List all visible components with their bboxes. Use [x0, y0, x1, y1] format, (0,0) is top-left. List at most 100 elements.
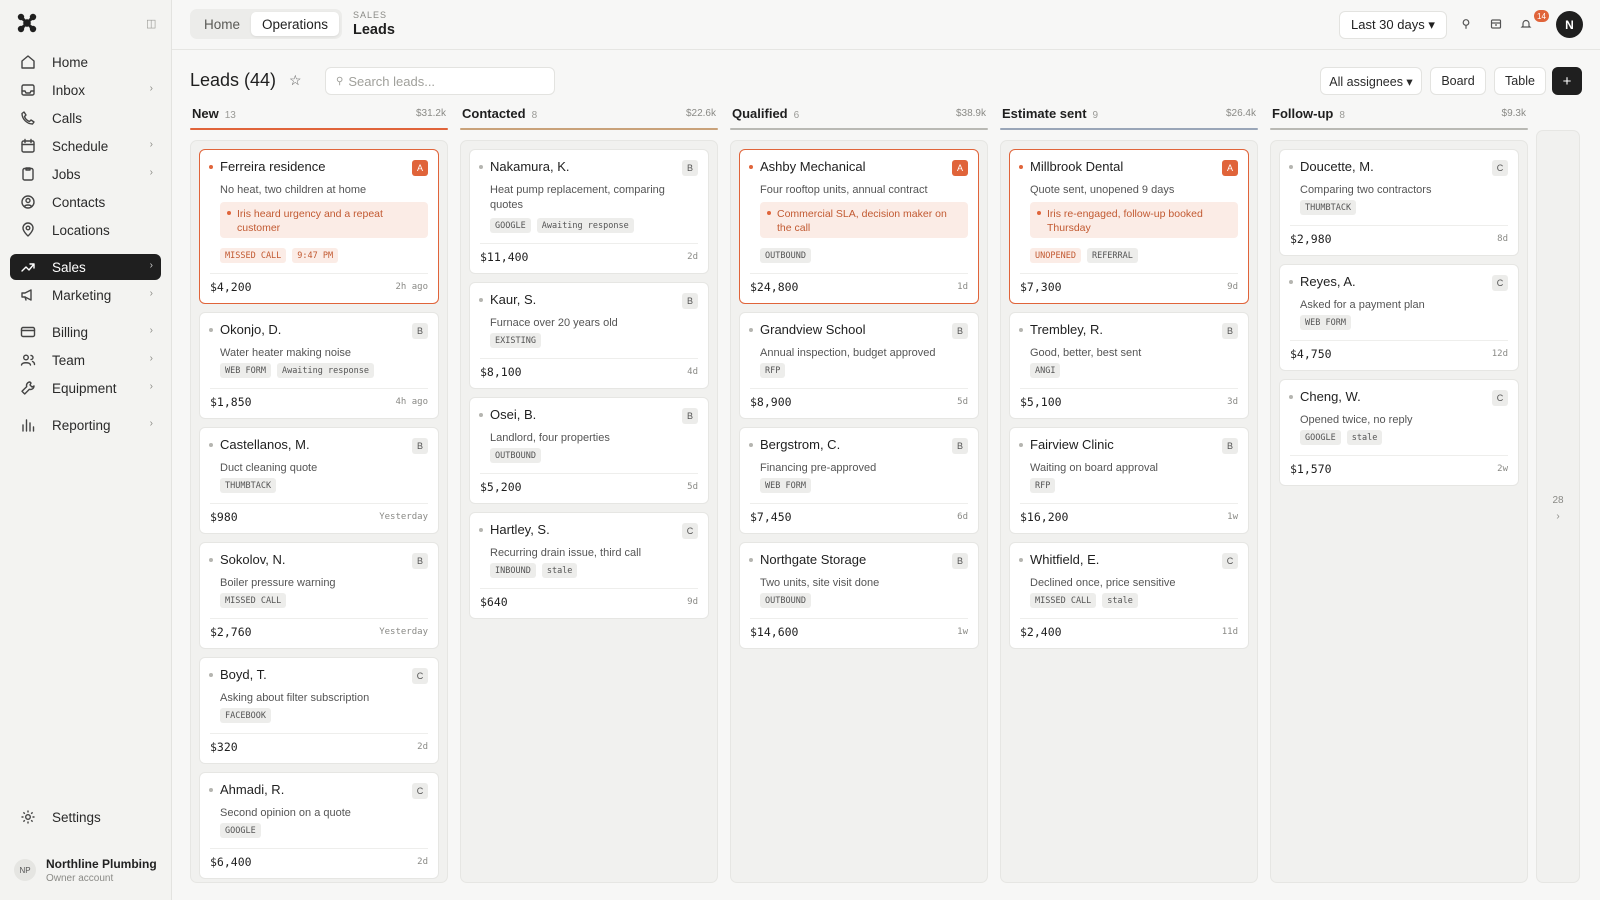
lead-description: Waiting on board approval [1030, 462, 1159, 474]
lead-card[interactable]: Reyes, A. C Asked for a payment plan WEB FO… [1279, 264, 1519, 371]
status-dot [1289, 395, 1293, 399]
lead-name[interactable]: Boyd, T. [220, 667, 267, 682]
lead-name[interactable]: Ahmadi, R. [220, 782, 284, 797]
lead-name[interactable]: Osei, B. [490, 407, 536, 422]
lead-name[interactable]: Hartley, S. [490, 522, 550, 537]
sidebar-item-label: Marketing [52, 287, 112, 303]
sidebar-item-billing[interactable]: Billing › [10, 319, 161, 345]
card-divider [210, 503, 428, 504]
sidebar-item-label: Equipment [52, 380, 117, 396]
lead-card[interactable]: Sokolov, N. B Boiler pressure warning MISSE… [199, 542, 439, 649]
lead-card[interactable]: Hartley, S. C Recurring drain issue, third… [469, 512, 709, 619]
lead-name[interactable]: Castellanos, M. [220, 437, 310, 452]
sidebar-item-inbox[interactable]: Inbox › [10, 77, 161, 103]
tab-operations[interactable]: Operations [251, 12, 340, 36]
table-view-button[interactable]: Table [1494, 67, 1546, 95]
lead-name[interactable]: Ferreira residence [220, 159, 326, 174]
column-header-contacted: Contacted 8 $22.6k [460, 102, 718, 130]
sidebar-item-settings[interactable]: Settings [10, 804, 161, 830]
card-divider [1020, 503, 1238, 504]
org-switcher[interactable]: NP Northline Plumbing Owner account [10, 850, 161, 890]
lead-card[interactable]: Ahmadi, R. C Second opinion on a quote GOOG… [199, 772, 439, 879]
column-lane-qualified: Ashby Mechanical A Four rooftop units, ann… [730, 140, 988, 883]
brand-logo-icon[interactable] [16, 12, 38, 34]
lead-amount: $2,980 [1290, 232, 1332, 246]
lead-name[interactable]: Fairview Clinic [1030, 437, 1114, 452]
lead-name[interactable]: Okonjo, D. [220, 322, 281, 337]
lead-card[interactable]: Cheng, W. C Opened twice, no reply GOOGLE st… [1279, 379, 1519, 486]
add-lead-button[interactable]: + [1552, 67, 1582, 95]
status-dot [209, 673, 213, 677]
sidebar-item-reporting[interactable]: Reporting › [10, 412, 161, 438]
lead-name[interactable]: Millbrook Dental [1030, 159, 1123, 174]
source-tag: GOOGLE [1300, 430, 1341, 445]
lead-description: Four rooftop units, annual contract [760, 184, 928, 196]
lead-name[interactable]: Doucette, M. [1300, 159, 1374, 174]
lead-card[interactable]: Fairview Clinic B Waiting on board approva… [1009, 427, 1249, 534]
lead-card[interactable]: Bergstrom, C. B Financing pre-approved WEB … [739, 427, 979, 534]
lead-card[interactable]: Ashby Mechanical A Four rooftop units, ann… [739, 149, 979, 304]
bell-icon[interactable] [1518, 16, 1534, 32]
lead-card[interactable]: Castellanos, M. B Duct cleaning quote THUMB… [199, 427, 439, 534]
lead-name[interactable]: Trembley, R. [1030, 322, 1103, 337]
lead-card[interactable]: Osei, B. B Landlord, four properties OUTBOU… [469, 397, 709, 504]
source-tag: MISSED CALL [1030, 593, 1097, 608]
status-dot [209, 558, 213, 562]
lead-card[interactable]: Trembley, R. B Good, better, best sent ANGI… [1009, 312, 1249, 419]
priority-badge: B [412, 553, 428, 569]
lead-name[interactable]: Whitfield, E. [1030, 552, 1099, 567]
more-lanes-button[interactable]: 28 › [1536, 130, 1580, 883]
board-view-button[interactable]: Board [1430, 67, 1486, 95]
search-input[interactable]: ⚲ Search leads... [325, 67, 555, 95]
favorite-star-icon[interactable]: ☆ [289, 72, 302, 89]
lead-card[interactable]: Okonjo, D. B Water heater making noise WEB … [199, 312, 439, 419]
lead-name[interactable]: Grandview School [760, 322, 866, 337]
card-divider [480, 358, 698, 359]
sidebar-item-jobs[interactable]: Jobs › [10, 161, 161, 187]
lead-name[interactable]: Northgate Storage [760, 552, 866, 567]
breadcrumb-page: Leads [353, 22, 395, 38]
user-avatar[interactable]: N [1556, 11, 1583, 38]
lead-amount: $2,400 [1020, 625, 1062, 639]
sidebar-item-home[interactable]: Home [10, 49, 161, 75]
lead-name[interactable]: Kaur, S. [490, 292, 536, 307]
lead-card[interactable]: Kaur, S. B Furnace over 20 years old EXISTI… [469, 282, 709, 389]
sidebar-item-locations[interactable]: Locations [10, 217, 161, 243]
sidebar-item-equipment[interactable]: Equipment › [10, 375, 161, 401]
lead-card[interactable]: Ferreira residence A No heat, two children… [199, 149, 439, 304]
lead-card[interactable]: Boyd, T. C Asking about filter subscriptio… [199, 657, 439, 764]
assignee-filter-select[interactable]: All assignees ▾ [1320, 67, 1422, 95]
clipboard-icon [19, 165, 37, 183]
lead-tags: MISSED CALL stale [1030, 593, 1138, 608]
lead-name[interactable]: Nakamura, K. [490, 159, 569, 174]
lead-name[interactable]: Sokolov, N. [220, 552, 286, 567]
lead-name[interactable]: Cheng, W. [1300, 389, 1361, 404]
column-header-follow-up: Follow-up 8 $9.3k [1270, 102, 1528, 130]
lead-card[interactable]: Doucette, M. C Comparing two contractors TH… [1279, 149, 1519, 256]
lead-name[interactable]: Ashby Mechanical [760, 159, 866, 174]
sidebar-item-schedule[interactable]: Schedule › [10, 133, 161, 159]
help-icon[interactable] [1458, 16, 1474, 32]
lead-card[interactable]: Grandview School B Annual inspection, budg… [739, 312, 979, 419]
lead-card[interactable]: Northgate Storage B Two units, site visit … [739, 542, 979, 649]
sidebar-item-sales[interactable]: Sales › [10, 254, 161, 280]
lead-card[interactable]: Nakamura, K. B Heat pump replacement, comp… [469, 149, 709, 274]
sidebar-item-marketing[interactable]: Marketing › [10, 282, 161, 308]
status-dot [749, 165, 753, 169]
lead-card[interactable]: Millbrook Dental A Quote sent, unopened 9 … [1009, 149, 1249, 304]
lead-card[interactable]: Whitfield, E. C Declined once, price sensi… [1009, 542, 1249, 649]
sidebar-item-team[interactable]: Team › [10, 347, 161, 373]
lead-name[interactable]: Bergstrom, C. [760, 437, 840, 452]
source-tag: MISSED CALL [220, 593, 287, 608]
sidebar-item-calls[interactable]: Calls [10, 105, 161, 131]
tab-home[interactable]: Home [193, 12, 251, 36]
status-dot [479, 413, 483, 417]
date-range-select[interactable]: Last 30 days ▾ [1339, 11, 1447, 39]
lead-description: Heat pump replacement, comparing quotes [490, 184, 665, 211]
sidebar-collapse-icon[interactable]: ◫ [146, 17, 156, 30]
archive-icon[interactable] [1488, 16, 1504, 32]
lead-name[interactable]: Reyes, A. [1300, 274, 1356, 289]
sidebar-item-contacts[interactable]: Contacts [10, 189, 161, 215]
sidebar-item-label: Team [52, 352, 86, 368]
column-header-new: New 13 $31.2k [190, 102, 448, 130]
